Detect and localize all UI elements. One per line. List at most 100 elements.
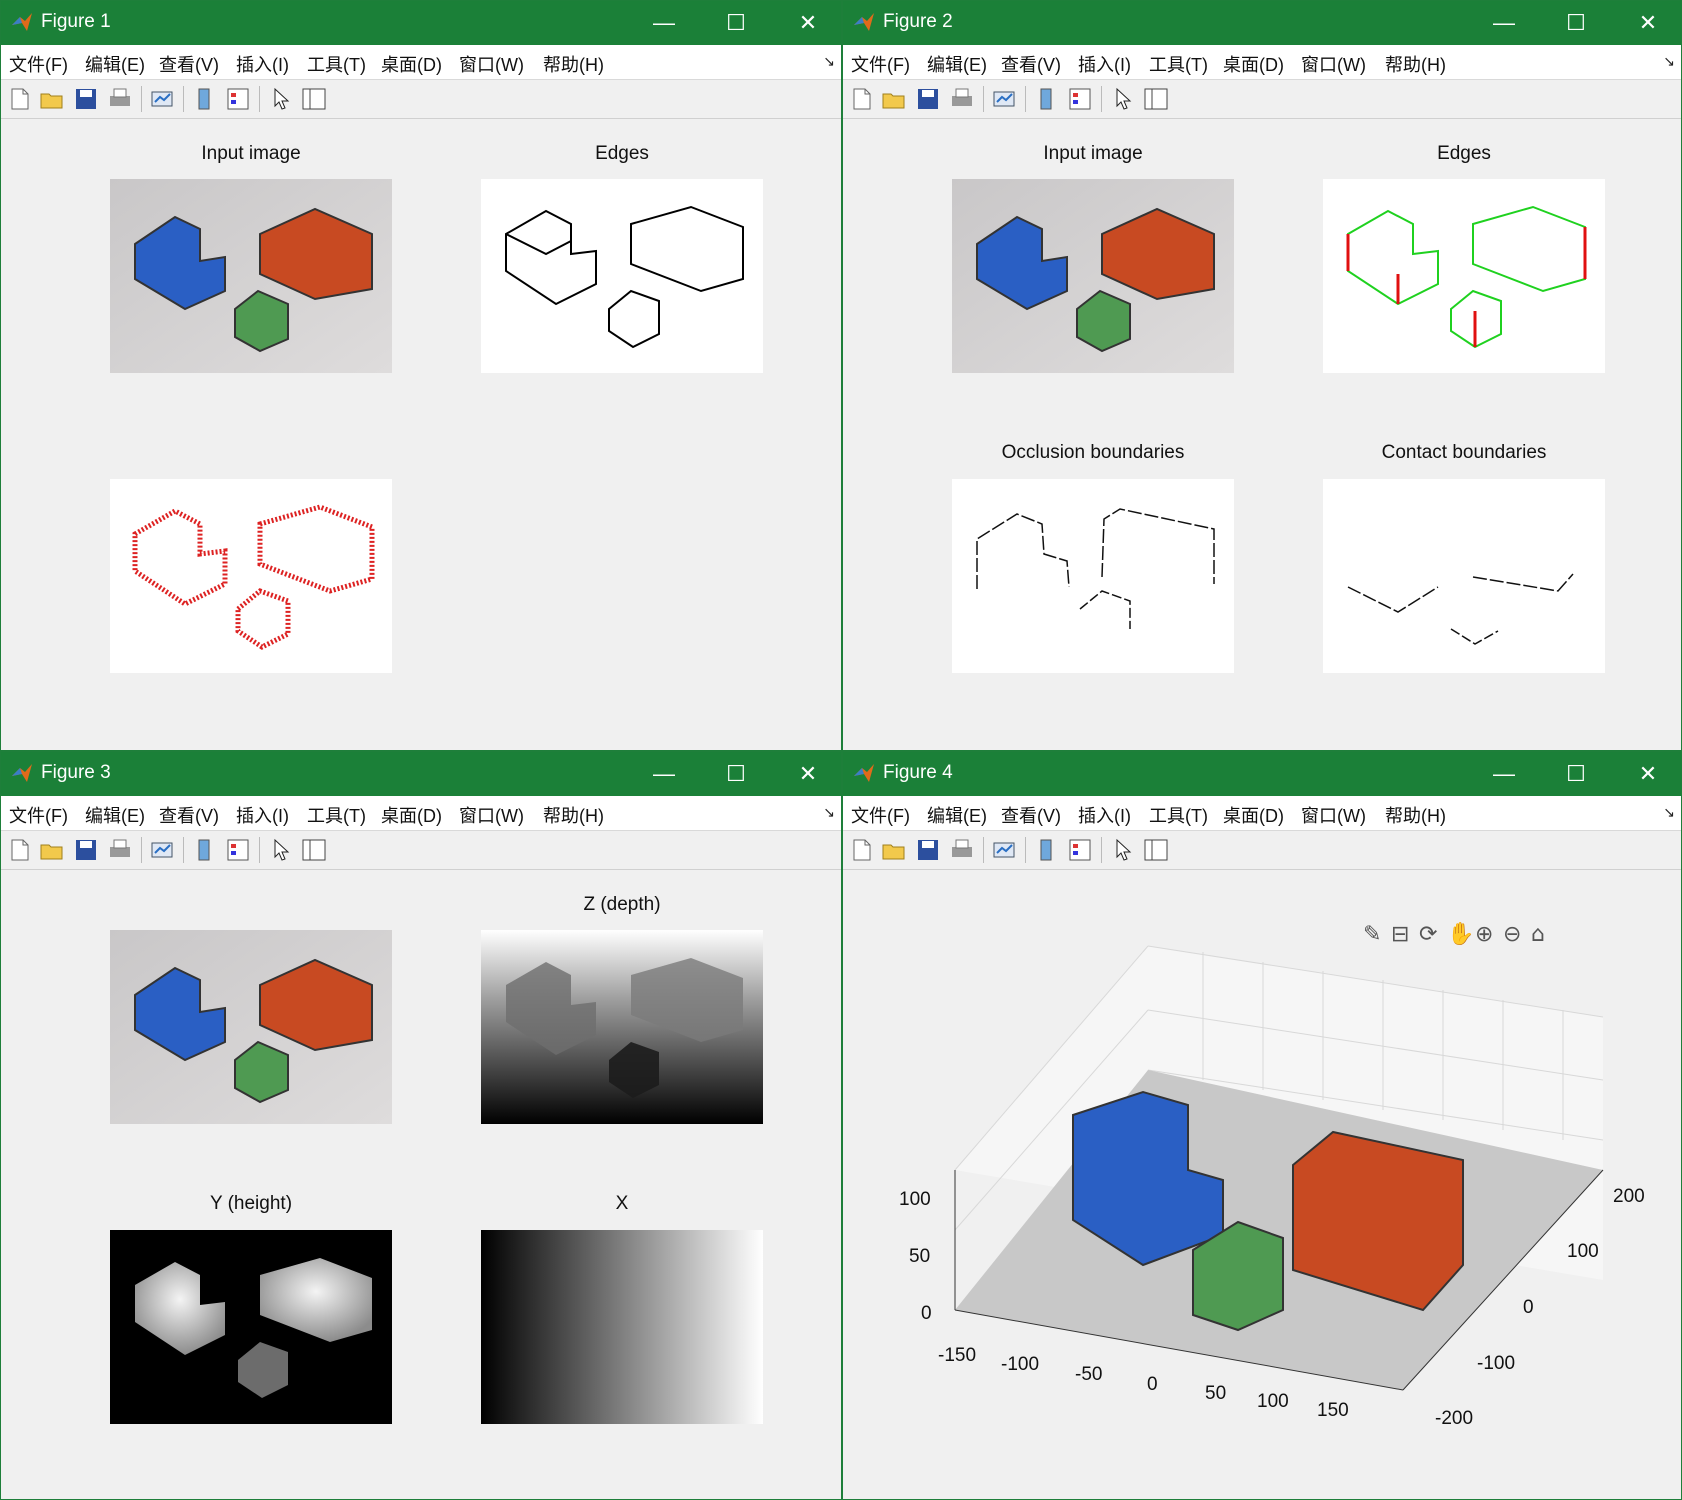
property-inspector-icon[interactable] [301,86,327,112]
minimize-icon[interactable]: — [647,7,681,39]
link-plot-icon[interactable] [149,837,175,863]
close-icon[interactable]: ✕ [1631,7,1665,39]
menu-window[interactable]: 窗口(W) [1301,51,1366,77]
link-plot-icon[interactable] [149,86,175,112]
menu-edit[interactable]: 编辑(E) [85,802,145,828]
title-bar[interactable]: Figure 3 — ☐ ✕ [1,752,841,796]
menu-insert[interactable]: 插入(I) [236,802,289,828]
colorbar-icon[interactable] [191,86,217,112]
print-icon[interactable] [949,86,975,112]
axes-title: Occlusion boundaries [1001,442,1185,463]
title-bar[interactable]: Figure 1 — ☐ ✕ [1,1,841,45]
legend-icon[interactable] [225,837,251,863]
property-inspector-icon[interactable] [1143,837,1169,863]
menu-edit[interactable]: 编辑(E) [927,51,987,77]
close-icon[interactable]: ✕ [791,758,825,790]
menu-edit[interactable]: 编辑(E) [85,51,145,77]
new-figure-icon[interactable] [849,837,875,863]
menu-desktop[interactable]: 桌面(D) [1223,51,1284,77]
edit-plot-icon[interactable] [1109,837,1135,863]
colorbar-icon[interactable] [191,837,217,863]
print-icon[interactable] [949,837,975,863]
open-file-icon[interactable] [881,837,907,863]
print-icon[interactable] [107,86,133,112]
new-figure-icon[interactable] [7,86,33,112]
menu-insert[interactable]: 插入(I) [236,51,289,77]
menu-bar: 文件(F) 编辑(E) 查看(V) 插入(I) 工具(T) 桌面(D) 窗口(W… [1,796,841,831]
minimize-icon[interactable]: — [1487,7,1521,39]
menu-tools[interactable]: 工具(T) [1149,802,1208,828]
menu-view[interactable]: 查看(V) [1001,51,1061,77]
title-bar[interactable]: Figure 2 — ☐ ✕ [843,1,1681,45]
menu-insert[interactable]: 插入(I) [1078,51,1131,77]
zoom-out-icon[interactable]: ⊖ [1503,922,1521,947]
menu-help[interactable]: 帮助(H) [1385,802,1446,828]
save-icon[interactable] [73,837,99,863]
dock-icon[interactable]: ↘ [823,53,835,70]
menu-insert[interactable]: 插入(I) [1078,802,1131,828]
menu-window[interactable]: 窗口(W) [1301,802,1366,828]
close-icon[interactable]: ✕ [791,7,825,39]
pan-icon[interactable]: ✋ [1447,921,1474,947]
menu-edit[interactable]: 编辑(E) [927,802,987,828]
menu-window[interactable]: 窗口(W) [459,51,524,77]
minimize-icon[interactable]: — [647,758,681,790]
menu-view[interactable]: 查看(V) [159,802,219,828]
property-inspector-icon[interactable] [1143,86,1169,112]
colorbar-icon[interactable] [1033,86,1059,112]
colorbar-icon[interactable] [1033,837,1059,863]
save-icon[interactable] [915,86,941,112]
edit-plot-icon[interactable] [267,837,293,863]
minimize-icon[interactable]: — [1487,758,1521,790]
dock-icon[interactable]: ↘ [1663,804,1675,821]
toolbar-separator [183,86,184,112]
title-bar[interactable]: Figure 4 — ☐ ✕ [843,752,1681,796]
window-title: Figure 2 [883,11,953,32]
link-plot-icon[interactable] [991,86,1017,112]
link-plot-icon[interactable] [991,837,1017,863]
dock-icon[interactable]: ↘ [1663,53,1675,70]
print-icon[interactable] [107,837,133,863]
edit-plot-icon[interactable] [267,86,293,112]
legend-icon[interactable] [1067,837,1093,863]
maximize-icon[interactable]: ☐ [719,758,753,790]
open-file-icon[interactable] [881,86,907,112]
menu-window[interactable]: 窗口(W) [459,802,524,828]
figure-toolbar [843,831,1681,870]
menu-view[interactable]: 查看(V) [1001,802,1061,828]
save-icon[interactable] [73,86,99,112]
brush-icon[interactable]: ✎ [1363,922,1381,947]
property-inspector-icon[interactable] [301,837,327,863]
zoom-in-icon[interactable]: ⊕ [1475,922,1493,947]
data-tips-icon[interactable]: ⊟ [1391,922,1409,947]
menu-file[interactable]: 文件(F) [851,51,910,77]
menu-tools[interactable]: 工具(T) [307,802,366,828]
menu-desktop[interactable]: 桌面(D) [1223,802,1284,828]
maximize-icon[interactable]: ☐ [719,7,753,39]
open-file-icon[interactable] [39,837,65,863]
menu-desktop[interactable]: 桌面(D) [381,51,442,77]
new-figure-icon[interactable] [7,837,33,863]
save-icon[interactable] [915,837,941,863]
menu-desktop[interactable]: 桌面(D) [381,802,442,828]
menu-help[interactable]: 帮助(H) [1385,51,1446,77]
maximize-icon[interactable]: ☐ [1559,7,1593,39]
new-figure-icon[interactable] [849,86,875,112]
home-icon[interactable]: ⌂ [1531,922,1545,947]
open-file-icon[interactable] [39,86,65,112]
legend-icon[interactable] [1067,86,1093,112]
maximize-icon[interactable]: ☐ [1559,758,1593,790]
menu-tools[interactable]: 工具(T) [1149,51,1208,77]
edit-plot-icon[interactable] [1109,86,1135,112]
legend-icon[interactable] [225,86,251,112]
menu-tools[interactable]: 工具(T) [307,51,366,77]
close-icon[interactable]: ✕ [1631,758,1665,790]
menu-file[interactable]: 文件(F) [9,802,68,828]
rotate-icon[interactable]: ⟳ [1419,922,1437,947]
menu-help[interactable]: 帮助(H) [543,802,604,828]
menu-file[interactable]: 文件(F) [9,51,68,77]
menu-view[interactable]: 查看(V) [159,51,219,77]
dock-icon[interactable]: ↘ [823,804,835,821]
menu-file[interactable]: 文件(F) [851,802,910,828]
menu-help[interactable]: 帮助(H) [543,51,604,77]
